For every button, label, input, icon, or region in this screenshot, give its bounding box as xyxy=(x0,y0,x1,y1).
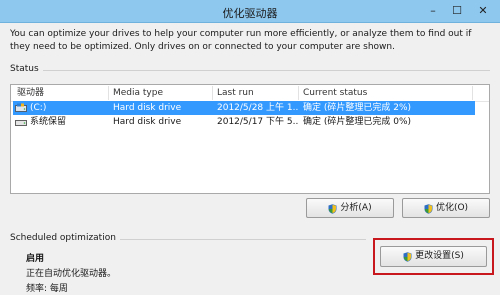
close-button[interactable]: ✕ xyxy=(472,3,494,19)
table-row[interactable]: 系统保留 Hard disk drive 2012/5/17 下午 5... 确… xyxy=(13,115,475,129)
last-run: 2012/5/28 上午 1... xyxy=(217,103,299,113)
optimize-label: 优化(O) xyxy=(435,203,469,213)
description-text: You can optimize your drives to help you… xyxy=(10,29,472,52)
title-bar: 优化驱动器 – ☐ ✕ xyxy=(0,0,500,23)
list-header: 驱动器 Media type Last run Current status xyxy=(11,85,489,102)
optimize-button[interactable]: 优化(O) xyxy=(402,198,490,218)
status-label: Status xyxy=(10,64,43,74)
drive-icon xyxy=(15,118,27,132)
table-row[interactable]: (C:) Hard disk drive 2012/5/28 上午 1... 确… xyxy=(13,101,475,115)
analyze-label: 分析(A) xyxy=(340,203,372,213)
shield-icon xyxy=(424,203,433,214)
last-run: 2012/5/17 下午 5... xyxy=(217,117,299,127)
column-header-current-status[interactable]: Current status xyxy=(299,86,473,100)
schedule-frequency: 频率: 每周 xyxy=(26,284,68,294)
scheduled-label: Scheduled optimization xyxy=(10,233,120,243)
column-header-media-type[interactable]: Media type xyxy=(109,86,213,100)
current-status: 确定 (碎片整理已完成 2%) xyxy=(303,103,412,113)
column-header-drive[interactable]: 驱动器 xyxy=(13,86,109,100)
schedule-detail: 正在自动优化驱动器。 xyxy=(26,269,117,279)
media-type: Hard disk drive xyxy=(113,117,182,127)
schedule-state: 启用 xyxy=(26,254,45,264)
media-type: Hard disk drive xyxy=(113,103,182,113)
highlight-box xyxy=(373,238,494,275)
maximize-button[interactable]: ☐ xyxy=(446,3,468,19)
drive-name: 系统保留 xyxy=(30,117,67,127)
drive-list[interactable]: 驱动器 Media type Last run Current status (… xyxy=(10,84,490,194)
current-status: 确定 (碎片整理已完成 0%) xyxy=(303,117,412,127)
drive-name: (C:) xyxy=(30,103,47,113)
minimize-button[interactable]: – xyxy=(422,3,444,19)
column-header-last-run[interactable]: Last run xyxy=(213,86,299,100)
shield-icon xyxy=(328,203,337,214)
status-divider xyxy=(12,70,490,71)
analyze-button[interactable]: 分析(A) xyxy=(306,198,394,218)
